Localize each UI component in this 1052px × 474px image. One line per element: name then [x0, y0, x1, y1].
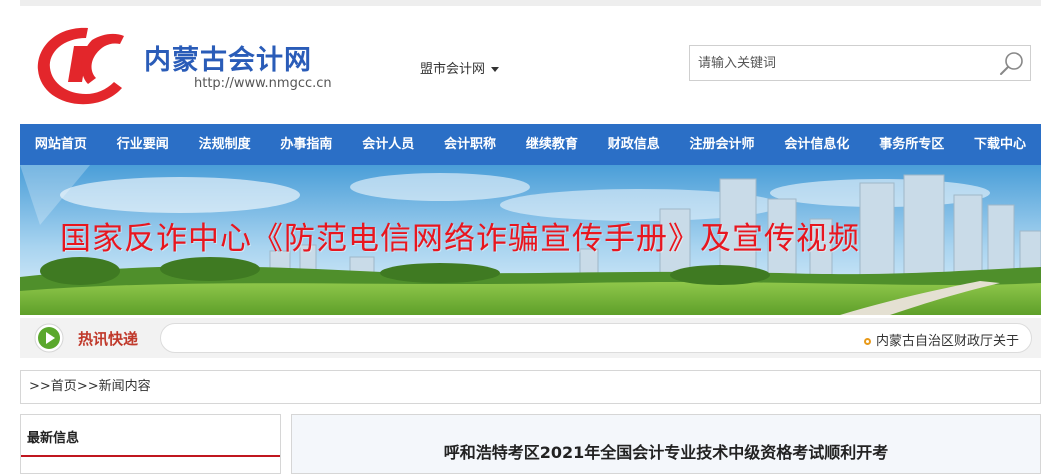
search-input[interactable]: [690, 46, 990, 80]
caret-down-icon: [491, 67, 500, 72]
nav-item-cpa[interactable]: 注册会计师: [675, 124, 770, 165]
play-circle-icon: [34, 323, 64, 353]
nav-item-home[interactable]: 网站首页: [20, 124, 102, 165]
site-url: http://www.nmgcc.cn: [194, 76, 332, 91]
site-logo[interactable]: 内蒙古会计网 http://www.nmgcc.cn: [30, 20, 350, 110]
ticker-track: 内蒙古自治区财政厅关于: [160, 323, 1032, 353]
city-site-select-label: 盟市会计网: [420, 62, 486, 77]
nav-item-service-guide[interactable]: 办事指南: [265, 124, 347, 165]
banner[interactable]: 国家反诈中心《防范电信网络诈骗宣传手册》及宣传视频: [20, 165, 1041, 315]
nmgcc-logo-icon: [37, 27, 124, 105]
main-nav: 网站首页 行业要闻 法规制度 办事指南 会计人员 会计职称 继续教育 财政信息 …: [20, 124, 1041, 165]
city-site-select[interactable]: 盟市会计网: [420, 58, 500, 77]
hot-news-ticker: 热讯快递 内蒙古自治区财政厅关于: [20, 318, 1041, 358]
hot-news-label: 热讯快递: [78, 330, 139, 348]
site-name: 内蒙古会计网: [144, 45, 312, 76]
nav-item-firm-zone[interactable]: 事务所专区: [864, 124, 959, 165]
site-header: 内蒙古会计网 http://www.nmgcc.cn 盟市会计网: [0, 6, 1052, 124]
article-panel: 呼和浩特考区2021年全国会计专业技术中级资格考试顺利开考: [291, 414, 1041, 474]
bullet-icon: [863, 338, 871, 345]
search-box: [689, 45, 1031, 81]
breadcrumb: >>首页>>新闻内容: [20, 370, 1041, 404]
nav-item-regulations[interactable]: 法规制度: [184, 124, 266, 165]
breadcrumb-current: 新闻内容: [98, 379, 151, 394]
ticker-news-link[interactable]: 内蒙古自治区财政厅关于: [863, 330, 1019, 349]
banner-headline[interactable]: 国家反诈中心《防范电信网络诈骗宣传手册》及宣传视频: [60, 213, 860, 258]
nav-item-accounting-titles[interactable]: 会计职称: [429, 124, 511, 165]
latest-info-panel: 最新信息: [20, 414, 281, 474]
latest-info-title: 最新信息: [27, 431, 80, 446]
nav-item-accountants[interactable]: 会计人员: [347, 124, 429, 165]
breadcrumb-prefix: >>: [29, 379, 51, 394]
latest-info-underline: [21, 455, 280, 457]
nav-item-downloads[interactable]: 下载中心: [959, 124, 1041, 165]
nav-item-continuing-education[interactable]: 继续教育: [511, 124, 593, 165]
nav-item-finance-info[interactable]: 财政信息: [593, 124, 675, 165]
article-headline: 呼和浩特考区2021年全国会计专业技术中级资格考试顺利开考: [443, 443, 889, 462]
search-icon[interactable]: [998, 50, 1026, 78]
ticker-news-text: 内蒙古自治区财政厅关于: [875, 334, 1019, 349]
breadcrumb-separator: >>: [76, 379, 99, 394]
nav-item-industry-news[interactable]: 行业要闻: [102, 124, 184, 165]
nav-item-accounting-it[interactable]: 会计信息化: [769, 124, 864, 165]
breadcrumb-home[interactable]: 首页: [51, 379, 77, 394]
